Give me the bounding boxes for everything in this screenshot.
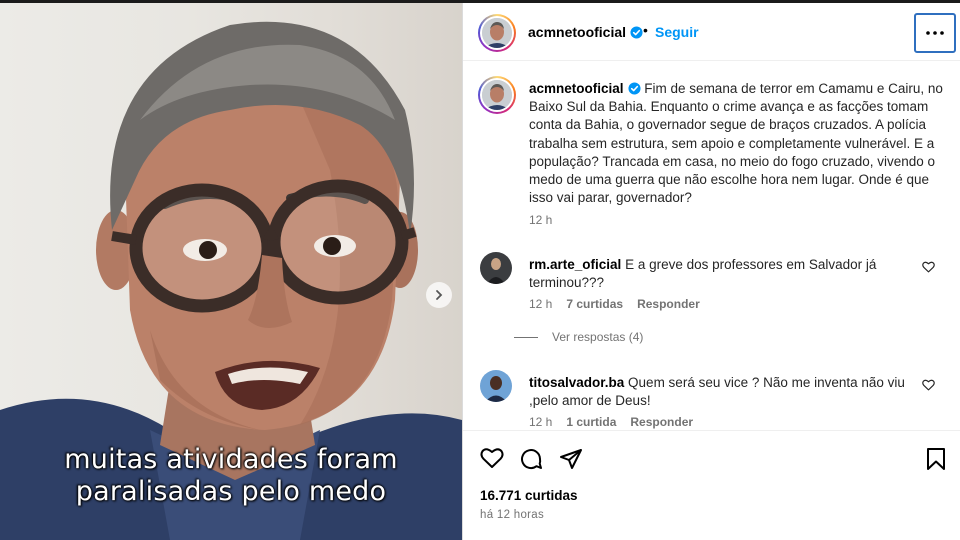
more-options-button[interactable] <box>914 13 956 53</box>
avatar-portrait <box>482 18 512 48</box>
post-media[interactable]: muitas atividades foram paralisadas pelo… <box>0 0 462 540</box>
post-actions-bar: 16.771 curtidas há 12 horas <box>463 430 960 540</box>
caption-timestamp[interactable]: 12 h <box>529 213 552 227</box>
comment-likes[interactable]: 1 curtida <box>566 415 616 429</box>
chevron-right-icon <box>436 290 443 300</box>
video-caption-line-2: paralisadas pelo medo <box>75 476 387 507</box>
header-avatar[interactable] <box>478 14 516 52</box>
bookmark-icon[interactable] <box>926 447 946 471</box>
heart-icon[interactable] <box>480 447 504 469</box>
header-username-text[interactable]: acmnetooficial <box>528 24 626 40</box>
avatar-portrait <box>480 252 512 284</box>
comment-avatar[interactable] <box>480 370 512 402</box>
top-edge-bar <box>0 0 960 3</box>
heart-icon[interactable] <box>922 379 935 391</box>
verified-badge-icon <box>630 26 643 39</box>
view-replies-label[interactable]: Ver respostas (4) <box>552 330 643 344</box>
caption-avatar[interactable] <box>478 76 516 114</box>
comment-meta: 12 h 1 curtida Responder <box>529 415 693 429</box>
reply-button[interactable]: Responder <box>637 297 700 311</box>
avatar-portrait <box>482 80 512 110</box>
more-options-icon <box>926 31 944 35</box>
post-time-ago[interactable]: há 12 horas <box>480 509 544 521</box>
follow-button[interactable]: Seguir <box>655 24 699 40</box>
header-separator-dot: • <box>643 22 648 38</box>
view-replies-button[interactable]: Ver respostas (4) <box>514 330 643 344</box>
share-icon[interactable] <box>559 447 583 471</box>
comment-username[interactable]: titosalvador.ba <box>529 375 624 390</box>
post-header: acmnetooficial • Seguir <box>463 3 960 61</box>
post-caption: acmnetooficial Fim de semana de terror e… <box>529 80 945 207</box>
post-side-panel: acmnetooficial • Seguir acmnetooficial F… <box>462 0 960 540</box>
comment-body: rm.arte_oficial E a greve dos professore… <box>529 256 919 292</box>
heart-icon[interactable] <box>922 261 935 273</box>
caption-text: Fim de semana de terror em Camamu e Cair… <box>529 81 943 206</box>
comment-meta: 12 h 7 curtidas Responder <box>529 297 700 311</box>
video-caption-line-1: muitas atividades foram <box>64 444 398 475</box>
header-username[interactable]: acmnetooficial <box>528 24 643 40</box>
avatar-portrait <box>480 370 512 402</box>
comment-icon[interactable] <box>519 447 543 471</box>
comment-body: titosalvador.ba Quem será seu vice ? Não… <box>529 374 919 410</box>
caption-username[interactable]: acmnetooficial <box>529 81 624 96</box>
comment-likes[interactable]: 7 curtidas <box>566 297 623 311</box>
reply-button[interactable]: Responder <box>630 415 693 429</box>
next-media-button[interactable] <box>426 282 452 308</box>
comment-time[interactable]: 12 h <box>529 297 552 311</box>
comment-username[interactable]: rm.arte_oficial <box>529 257 621 272</box>
post-likes-count[interactable]: 16.771 curtidas <box>480 488 578 503</box>
comment-time[interactable]: 12 h <box>529 415 552 429</box>
instagram-post-view: muitas atividades foram paralisadas pelo… <box>0 0 960 540</box>
replies-divider <box>514 336 538 338</box>
comment-avatar[interactable] <box>480 252 512 284</box>
verified-badge-icon <box>627 82 641 95</box>
